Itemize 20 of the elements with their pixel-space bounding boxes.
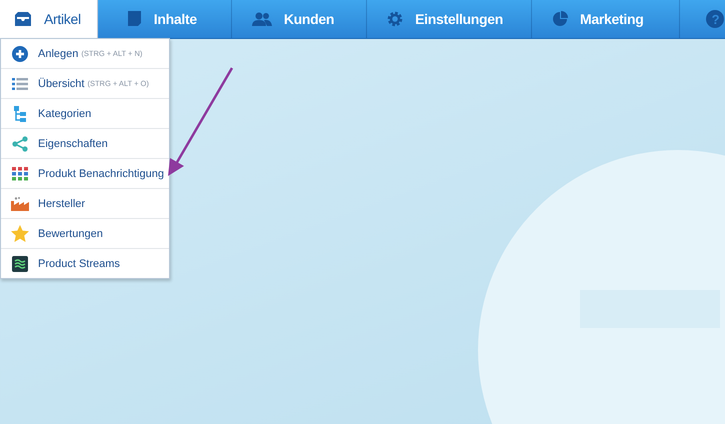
gear-icon bbox=[387, 11, 404, 27]
factory-icon bbox=[11, 196, 29, 210]
menu-item[interactable]: Eigenschaften bbox=[1, 129, 169, 159]
tray-icon bbox=[14, 12, 32, 26]
menu-item[interactable]: Product Streams bbox=[1, 249, 169, 278]
list-icon bbox=[11, 78, 29, 90]
people-icon bbox=[252, 12, 272, 26]
pie-chart-icon bbox=[552, 11, 568, 27]
menu-item[interactable]: Produkt Benachrichtigung bbox=[1, 159, 169, 189]
plus-icon bbox=[11, 46, 29, 62]
menu-item[interactable]: Bewertungen bbox=[1, 219, 169, 249]
star-icon bbox=[11, 225, 29, 242]
menu-item[interactable]: Hersteller bbox=[1, 189, 169, 219]
page-icon bbox=[128, 11, 142, 27]
tree-icon bbox=[11, 106, 29, 122]
menu-item[interactable]: Kategorien bbox=[1, 99, 169, 129]
share-icon bbox=[11, 136, 29, 152]
grid-icon bbox=[11, 166, 29, 180]
nav-tab[interactable]: Artikel bbox=[0, 0, 98, 38]
waves-icon bbox=[11, 256, 29, 272]
